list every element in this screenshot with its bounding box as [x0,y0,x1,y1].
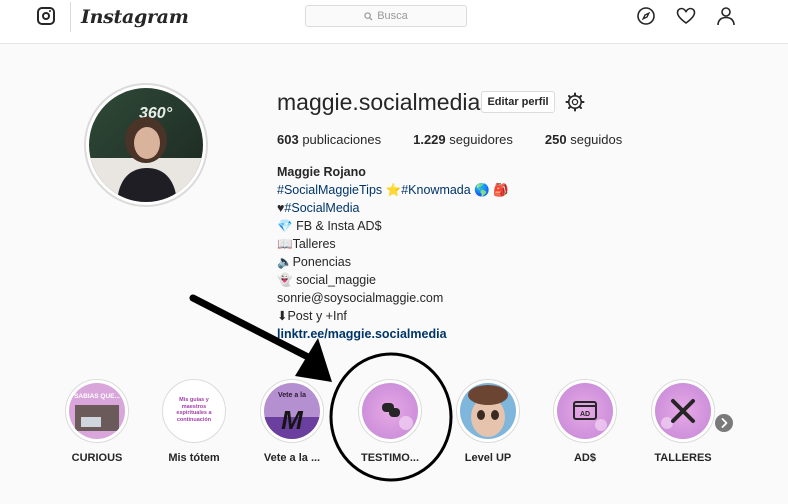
highlight-label: Mis tótem [168,452,220,464]
globe-emoji-icon: 🌎 [474,183,490,197]
avatar: 360° [89,88,203,202]
edit-profile-button[interactable]: Editar perfil [481,91,555,113]
story-highlight-curious[interactable]: SABIAS QUE... CURIOUS [65,379,129,464]
hashtag-socialmedia[interactable]: #SocialMedia [284,201,359,215]
highlight-cover: Vete a la M [264,383,320,439]
highlight-ring [456,379,520,443]
highlight-cover: AD [557,383,613,439]
highlight-label: Level UP [464,452,512,464]
highlight-cover [655,383,711,439]
highlight-ring [651,379,715,443]
story-highlight-mis-totem[interactable]: Mis guías y maestros espirituales a cont… [162,379,226,464]
bio-email: sonrie@soysocialmaggie.com [277,291,444,305]
following-stat[interactable]: 250 seguidos [545,132,622,147]
svg-text:M: M [281,405,304,435]
followers-count: 1.229 [413,132,446,147]
highlight-cover [460,383,516,439]
search-input[interactable]: Busca [305,5,467,27]
bio-talleres-text: Talleres [292,237,336,251]
highlight-ring: SABIAS QUE... [65,379,129,443]
diamond-emoji-icon: 💎 [277,219,293,233]
profile-bio: Maggie Rojano #SocialMaggieTips ⭐#Knowma… [277,163,509,343]
highlight-label: AD$ [573,452,596,464]
highlight-label: TALLERES [654,452,712,464]
bio-ads-text: FB & Insta AD$ [296,219,382,233]
bio-line-snapchat: 👻 social_maggie [277,271,509,289]
story-highlight-talleres[interactable]: TALLERES [651,379,715,464]
instagram-wordmark[interactable]: Instagram [70,2,189,32]
story-highlight-ads[interactable]: AD AD$ [553,379,617,464]
highlight-cover: Mis guías y maestros espirituales a cont… [166,383,222,439]
story-highlight-vete-a-la[interactable]: Vete a la M Vete a la ... [260,379,324,464]
followers-label: seguidores [449,132,513,147]
highlight-cover-text: Vete a la [278,392,306,399]
highlight-cover [362,383,418,439]
followers-stat[interactable]: 1.229 seguidores [413,132,513,147]
profile-avatar[interactable]: 360° [84,83,208,207]
following-count: 250 [544,132,567,147]
compass-icon[interactable] [636,6,656,26]
top-navigation-bar: Instagram Busca [0,0,788,44]
bio-line-ponencias: 🔈Ponencias [277,253,509,271]
posts-label: publicaciones [302,132,382,147]
highlight-label: TESTIMO... [360,452,420,464]
highlight-ring: AD [553,379,617,443]
highlight-label: Vete a la ... [263,452,321,464]
bio-snapchat-text: social_maggie [296,273,376,287]
heart-icon[interactable] [676,6,696,26]
ghost-emoji-icon: 👻 [277,273,293,287]
bio-line-talleres: 📖Talleres [277,235,509,253]
bio-external-link[interactable]: linktr.ee/maggie.socialmedia [277,325,509,343]
posts-stat: 603 publicaciones [277,132,381,147]
posts-count: 603 [277,132,299,147]
search-placeholder: Busca [377,10,408,22]
hashtag-socialmaggietips[interactable]: #SocialMaggieTips [277,183,382,197]
highlight-ring: Mis guías y maestros espirituales a cont… [162,379,226,443]
bio-ponencias-text: Ponencias [292,255,351,269]
highlight-ring: Vete a la M [260,379,324,443]
backpack-emoji-icon: 🎒 [493,183,509,197]
chevron-right-icon [721,418,728,428]
user-icon[interactable] [716,6,736,26]
bio-line-hashtags: #SocialMaggieTips ⭐#Knowmada 🌎 🎒 [277,181,509,199]
profile-stats: 603 publicaciones 1.229 seguidores 250 s… [277,132,654,147]
story-highlight-testimonios[interactable]: TESTIMO... [358,379,422,464]
highlight-cover: SABIAS QUE... [69,383,125,439]
search-icon [364,11,373,21]
highlight-label: CURIOUS [71,452,123,464]
settings-gear-icon[interactable] [565,92,585,112]
book-emoji-icon: 📖 [277,237,293,251]
profile-username: maggie.socialmedia [277,89,481,115]
svg-text:AD: AD [580,411,590,418]
highlight-ring [358,379,422,443]
highlight-cover-text: SABIAS QUE... [74,393,120,400]
story-highlight-level-up[interactable]: Level UP [456,379,520,464]
highlights-next-button[interactable] [715,414,733,432]
instagram-glyph-icon[interactable] [37,7,55,25]
bio-line-ads: 💎 FB & Insta AD$ [277,217,509,235]
highlight-cover-text: Mis guías y maestros espirituales a cont… [176,397,212,423]
following-label: seguidos [570,132,623,147]
annotation-arrow-head [295,338,332,382]
hashtag-knowmada[interactable]: #Knowmada [401,183,471,197]
bio-name: Maggie Rojano [277,165,366,179]
bio-post-info: ⬇Post y +Inf [277,309,347,323]
speaker-emoji-icon: 🔈 [277,255,293,269]
bio-line-socialmedia: ♥#SocialMedia [277,199,509,217]
star-emoji-icon: ⭐ [385,183,402,197]
